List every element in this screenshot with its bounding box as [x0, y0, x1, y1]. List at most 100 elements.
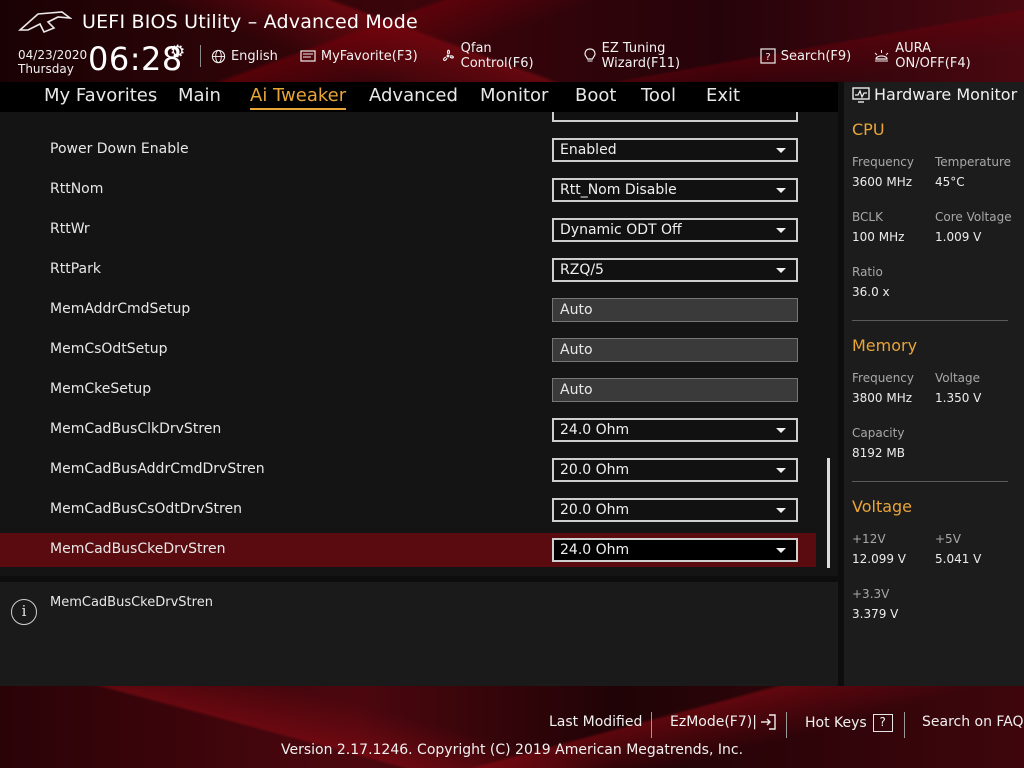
- setting-row-memcadbusclkdrvstren[interactable]: MemCadBusClkDrvStren 24.0 Ohm: [0, 413, 816, 447]
- svg-text:?: ?: [765, 52, 770, 63]
- setting-row-memcadbusckedrvstren[interactable]: MemCadBusCkeDrvStren 24.0 Ohm: [0, 533, 816, 567]
- ezmode-label: EzMode(F7)|: [670, 714, 757, 730]
- section-divider: [852, 320, 1008, 321]
- setting-label: Power Down Enable: [50, 141, 189, 157]
- bclk-label: BCLK: [852, 210, 883, 224]
- tab-exit[interactable]: Exit: [706, 84, 740, 110]
- header-bar: UEFI BIOS Utility – Advanced Mode 04/23/…: [0, 0, 1024, 82]
- favorite-icon: [300, 49, 316, 63]
- hardware-monitor-label: Hardware Monitor: [874, 85, 1018, 104]
- v5-label: +5V: [935, 532, 961, 546]
- setting-row-memaddrcmdsetup[interactable]: MemAddrCmdSetup Auto: [0, 293, 816, 327]
- setting-label: RttNom: [50, 181, 104, 197]
- setting-dropdown[interactable]: RZQ/5: [552, 258, 798, 282]
- app-title: UEFI BIOS Utility – Advanced Mode: [82, 11, 418, 33]
- setting-row-rttnom[interactable]: RttNom Rtt_Nom Disable: [0, 173, 816, 207]
- scrollbar[interactable]: [827, 458, 830, 568]
- previous-setting-dropdown[interactable]: [552, 112, 798, 122]
- setting-row-power-down-enable[interactable]: Power Down Enable Enabled: [0, 133, 816, 167]
- setting-row-memcadbuscsodtdrvstren[interactable]: MemCadBusCsOdtDrvStren 20.0 Ohm: [0, 493, 816, 527]
- cpu-section-title: CPU: [852, 120, 885, 139]
- qfan-control-button[interactable]: Qfan Control(F6): [440, 41, 561, 71]
- myfavorite-button[interactable]: MyFavorite(F3): [300, 46, 418, 66]
- last-modified-label: Last Modified: [549, 714, 643, 730]
- memory-frequency-value: 3800 MHz: [852, 391, 913, 405]
- ezmode-button[interactable]: EzMode(F7)|: [670, 714, 777, 730]
- v33-value: 3.379 V: [852, 607, 899, 621]
- gear-icon[interactable]: ⚙: [170, 42, 185, 62]
- info-icon: i: [11, 599, 37, 625]
- setting-row-memckesetup[interactable]: MemCkeSetup Auto: [0, 373, 816, 407]
- v5-value: 5.041 V: [935, 552, 982, 566]
- memory-section-title: Memory: [852, 336, 918, 355]
- v12-value: 12.099 V: [852, 552, 907, 566]
- setting-dropdown[interactable]: 20.0 Ohm: [552, 498, 798, 522]
- toolbar: English MyFavorite(F3) Qfan Control(F6) …: [200, 41, 1024, 71]
- tab-boot[interactable]: Boot: [575, 84, 616, 110]
- language-label: English: [230, 48, 278, 64]
- last-modified-button[interactable]: Last Modified: [549, 714, 642, 730]
- tab-advanced[interactable]: Advanced: [369, 84, 458, 110]
- hardware-monitor-title: Hardware Monitor: [852, 85, 1017, 104]
- setting-label: MemCkeSetup: [50, 381, 152, 397]
- version-text: Version 2.17.1246. Copyright (C) 2019 Am…: [280, 742, 744, 758]
- setting-label: RttWr: [50, 221, 90, 237]
- cpu-frequency-value: 3600 MHz: [852, 175, 913, 189]
- search-faq-button[interactable]: Search on FAQ: [922, 714, 1024, 730]
- aura-icon: [873, 49, 890, 64]
- footer-divider: [651, 712, 652, 738]
- core-voltage-value: 1.009 V: [935, 230, 982, 244]
- setting-dropdown[interactable]: Dynamic ODT Off: [552, 218, 798, 242]
- tab-ai-tweaker[interactable]: Ai Tweaker: [250, 84, 347, 110]
- setting-input[interactable]: Auto: [552, 298, 798, 322]
- setting-dropdown[interactable]: 20.0 Ohm: [552, 458, 798, 482]
- dropdown-arrow-icon: [776, 468, 786, 473]
- dropdown-value: Rtt_Nom Disable: [560, 182, 677, 198]
- settings-list: Power Down Enable Enabled RttNom Rtt_Nom…: [0, 112, 838, 576]
- language-button[interactable]: English: [211, 46, 278, 66]
- dropdown-value: Enabled: [560, 142, 617, 158]
- setting-input[interactable]: Auto: [552, 378, 798, 402]
- search-label: Search(F9): [780, 48, 852, 64]
- setting-row-memcsodtsetup[interactable]: MemCsOdtSetup Auto: [0, 333, 816, 367]
- memory-voltage-label: Voltage: [935, 371, 981, 385]
- myfavorite-label: MyFavorite(F3): [320, 48, 418, 64]
- search-button[interactable]: ? Search(F9): [760, 46, 852, 66]
- date-display: 04/23/2020 Thursday: [18, 48, 87, 76]
- setting-dropdown[interactable]: 24.0 Ohm: [552, 418, 798, 442]
- setting-dropdown[interactable]: Enabled: [552, 138, 798, 162]
- ez-tuning-wizard-button[interactable]: EZ Tuning Wizard(F11): [583, 41, 738, 71]
- dropdown-arrow-icon: [776, 268, 786, 273]
- dropdown-arrow-icon: [776, 508, 786, 513]
- tab-main[interactable]: Main: [178, 84, 221, 110]
- toolbar-divider: [200, 45, 201, 67]
- setting-row-rttwr[interactable]: RttWr Dynamic ODT Off: [0, 213, 816, 247]
- setting-dropdown[interactable]: 24.0 Ohm: [552, 538, 798, 562]
- section-divider: [852, 481, 1008, 482]
- bclk-value: 100 MHz: [852, 230, 905, 244]
- search-icon: ?: [760, 48, 776, 64]
- hot-keys-button[interactable]: Hot Keys ?: [805, 714, 893, 732]
- tab-tool[interactable]: Tool: [641, 84, 676, 110]
- tab-monitor[interactable]: Monitor: [480, 84, 548, 110]
- rog-logo-icon: [18, 11, 72, 34]
- qfan-control-label: Qfan Control(F6): [460, 41, 534, 71]
- setting-row-memcadbusaddrcmddrvstren[interactable]: MemCadBusAddrCmdDrvStren 20.0 Ohm: [0, 453, 816, 487]
- setting-row-rttpark[interactable]: RttPark RZQ/5: [0, 253, 816, 287]
- setting-label: MemCadBusCkeDrvStren: [50, 541, 226, 557]
- hardware-monitor-panel: Hardware Monitor CPU Frequency Temperatu…: [844, 82, 1024, 686]
- setting-dropdown[interactable]: Rtt_Nom Disable: [552, 178, 798, 202]
- footer-bar: Last Modified EzMode(F7)| Hot Keys ? Sea…: [0, 686, 1024, 768]
- setting-input[interactable]: Auto: [552, 338, 798, 362]
- ratio-value: 36.0 x: [852, 285, 890, 299]
- footer-divider: [904, 712, 905, 738]
- dropdown-value: 24.0 Ohm: [560, 542, 630, 558]
- hot-keys-label: Hot Keys: [805, 715, 867, 731]
- core-voltage-label: Core Voltage: [935, 210, 1012, 224]
- dropdown-value: RZQ/5: [560, 262, 604, 278]
- aura-toggle-button[interactable]: AURA ON/OFF(F4): [873, 41, 1002, 71]
- tab-my-favorites[interactable]: My Favorites: [44, 84, 157, 110]
- dropdown-arrow-icon: [776, 148, 786, 153]
- dropdown-arrow-icon: [776, 188, 786, 193]
- date-text: 04/23/2020: [18, 48, 88, 62]
